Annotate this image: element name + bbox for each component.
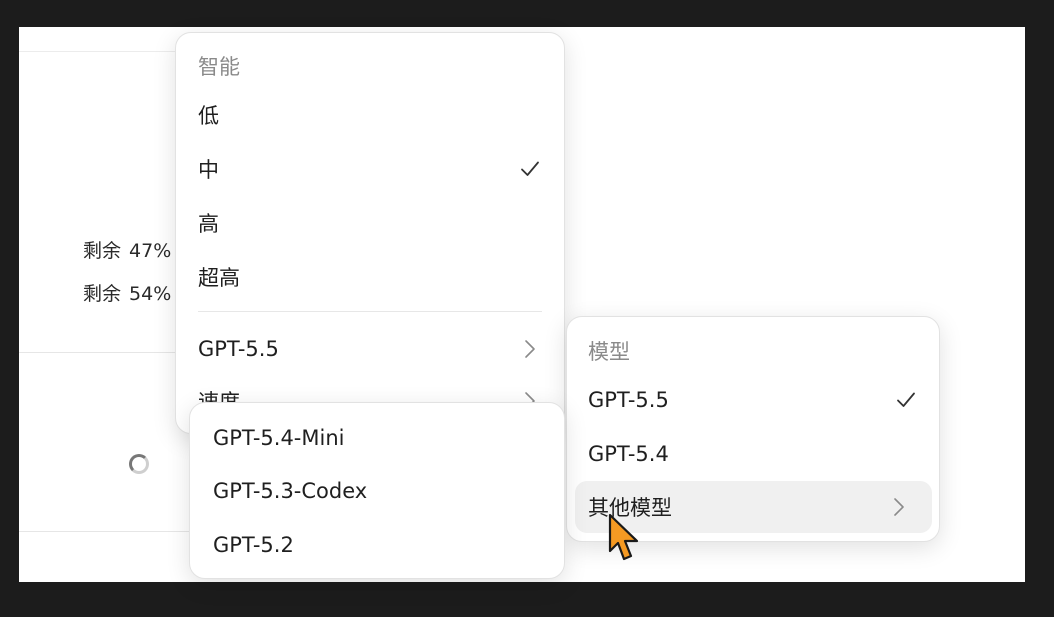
- checkmark-icon: [894, 388, 918, 412]
- usage-row-1: 剩余 47%: [83, 236, 179, 263]
- other-models-submenu: GPT-5.4-Mini GPT-5.3-Codex GPT-5.2: [189, 402, 565, 579]
- usage-panel: [19, 51, 194, 353]
- model-submenu: 模型 GPT-5.5 GPT-5.4 其他模型: [566, 316, 940, 542]
- menu-item-label: 高: [198, 212, 219, 236]
- usage-row-2: 剩余 54%: [83, 279, 179, 306]
- menu-header-intelligence: 智能: [198, 55, 240, 79]
- menu-item-label: GPT-5.5: [588, 388, 669, 412]
- menu-item-gpt-5-5[interactable]: GPT-5.5: [588, 374, 918, 426]
- menu-item-high[interactable]: 高: [198, 197, 542, 249]
- menu-item-model[interactable]: GPT-5.5: [198, 323, 542, 375]
- loading-spinner-icon: [129, 454, 149, 474]
- usage-value: 47%: [129, 240, 172, 262]
- menu-item-label: GPT-5.4-Mini: [213, 426, 345, 450]
- usage-label: 剩余: [83, 283, 122, 305]
- chevron-right-icon: [518, 337, 542, 361]
- reasoning-menu: 智能 低 中 高 超高 GPT-5.5 速度: [175, 32, 565, 434]
- menu-item-gpt-5-4[interactable]: GPT-5.4: [588, 428, 918, 480]
- menu-item-label: GPT-5.3-Codex: [213, 479, 368, 503]
- menu-item-gpt-5-2[interactable]: GPT-5.2: [213, 519, 543, 571]
- menu-item-label: 超高: [198, 266, 240, 290]
- usage-label: 剩余: [83, 240, 122, 262]
- menu-item-label: GPT-5.4: [588, 442, 669, 466]
- menu-item-low[interactable]: 低: [198, 89, 542, 141]
- menu-item-label: 中: [198, 158, 219, 182]
- menu-item-label: GPT-5.2: [213, 533, 294, 557]
- menu-item-extra-high[interactable]: 超高: [198, 251, 542, 303]
- menu-item-label: 低: [198, 104, 219, 128]
- chevron-right-icon: [887, 495, 911, 519]
- menu-header-model: 模型: [588, 340, 630, 364]
- menu-item-gpt-5-4-mini[interactable]: GPT-5.4-Mini: [213, 412, 543, 464]
- menu-divider: [198, 311, 542, 312]
- mouse-pointer-icon: [607, 513, 641, 565]
- menu-item-medium[interactable]: 中: [198, 143, 542, 195]
- checkmark-icon: [518, 157, 542, 181]
- menu-item-label: GPT-5.5: [198, 337, 279, 361]
- menu-item-gpt-5-3-codex[interactable]: GPT-5.3-Codex: [213, 465, 543, 517]
- usage-value: 54%: [129, 283, 172, 305]
- lower-panel: [19, 351, 194, 532]
